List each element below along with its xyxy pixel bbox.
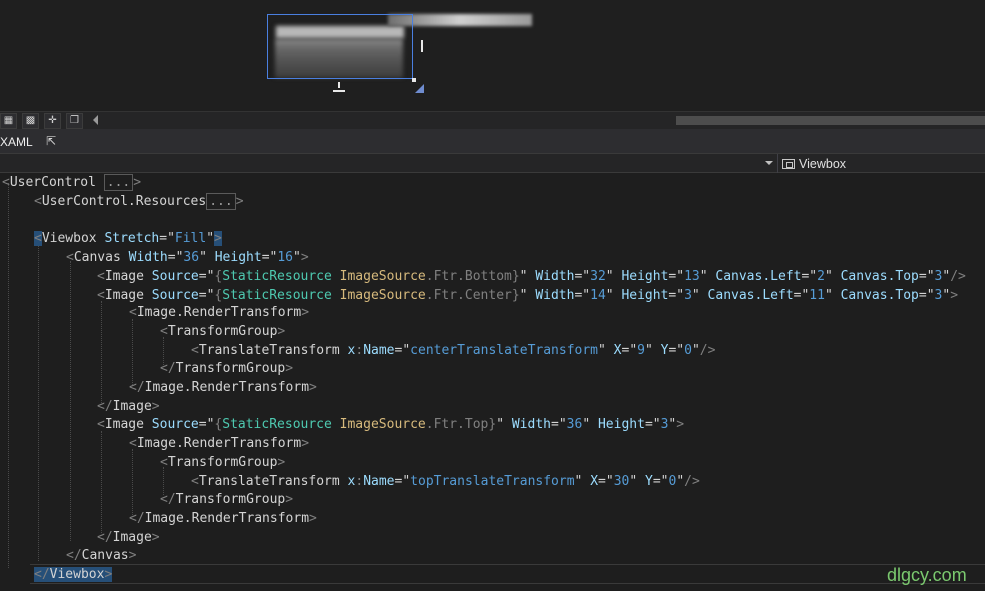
grid-icon[interactable]: ▦	[0, 113, 17, 129]
code-line: </TransformGroup>	[160, 492, 294, 507]
resize-handle-bottom[interactable]	[333, 82, 345, 92]
resize-grip-icon[interactable]	[415, 84, 424, 93]
swap-panes-icon[interactable]: ⇱	[44, 134, 58, 148]
designer-toolbar: ▦ ▩ ✛ ❐	[0, 111, 985, 129]
code-line: <UserControl ... >	[2, 174, 142, 191]
nav-divider	[777, 154, 778, 173]
designer-canvas[interactable]	[0, 0, 985, 111]
element-name: Viewbox	[799, 157, 847, 171]
code-line: </Image>	[97, 530, 160, 545]
view-tab-bar: XAML ⇱	[0, 129, 985, 153]
code-line: </Canvas>	[66, 548, 137, 563]
code-line: <TransformGroup>	[160, 455, 286, 470]
horizontal-scrollbar-thumb[interactable]	[676, 116, 985, 125]
code-line: <Image.RenderTransform>	[129, 436, 310, 451]
scroll-left-icon[interactable]	[93, 115, 98, 125]
resize-handle-right[interactable]	[421, 40, 425, 52]
indent-guide	[38, 243, 39, 561]
code-line: <UserControl.Resources... >	[34, 193, 244, 210]
code-line: <Canvas Width="36" Height="16">	[66, 250, 309, 265]
tab-xaml[interactable]: XAML	[0, 129, 37, 153]
indent-guide	[101, 301, 102, 403]
navigation-bar: Viewbox	[0, 153, 985, 173]
paste-icon[interactable]: ❐	[66, 113, 83, 129]
code-line: </Image>	[97, 399, 160, 414]
selection-adorner[interactable]	[267, 14, 413, 79]
code-line: <Viewbox Stretch="Fill">	[34, 231, 222, 246]
code-line: <TranslateTransform x:Name="centerTransl…	[191, 343, 716, 358]
collapsed-region[interactable]: ...	[103, 174, 134, 191]
code-line: </Viewbox>	[34, 567, 113, 582]
indent-guide	[101, 431, 102, 533]
code-line: </Image.RenderTransform>	[129, 511, 317, 526]
indent-guide	[132, 319, 133, 385]
indent-guide	[132, 449, 133, 515]
code-line: <Image Source="{StaticResource ImageSour…	[97, 417, 685, 432]
watermark: dlgcy.com	[887, 565, 967, 585]
indent-guide	[8, 183, 9, 568]
corner-handle[interactable]	[412, 78, 416, 82]
code-line: <TranslateTransform x:Name="topTranslate…	[191, 474, 700, 489]
code-line: <Image Source="{StaticResource ImageSour…	[97, 269, 966, 284]
element-dropdown[interactable]: Viewbox	[782, 155, 846, 173]
xaml-code-editor[interactable]: <UserControl ... > <UserControl.Resources…	[0, 173, 985, 591]
snap-icon[interactable]: ✛	[44, 113, 61, 129]
collapsed-region[interactable]: ...	[206, 193, 236, 210]
indent-guide	[70, 261, 71, 541]
chevron-down-icon[interactable]	[765, 161, 773, 165]
code-line: </TransformGroup>	[160, 361, 294, 376]
code-line: <Image.RenderTransform>	[129, 305, 310, 320]
current-line-highlight	[30, 564, 985, 584]
element-icon	[782, 159, 795, 169]
code-line: <TransformGroup>	[160, 324, 286, 339]
code-line: </Image.RenderTransform>	[129, 380, 317, 395]
checker-icon[interactable]: ▩	[22, 113, 39, 129]
